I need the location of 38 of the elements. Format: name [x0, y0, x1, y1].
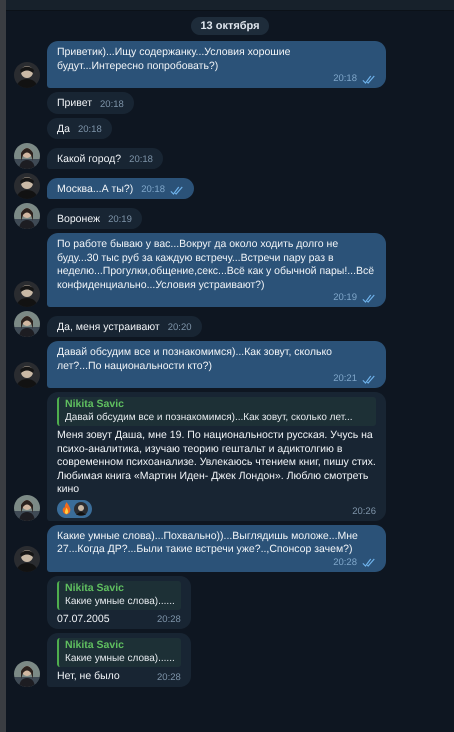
message-text: Да, меня устраивают	[57, 320, 160, 334]
message-time: 20:26	[352, 505, 376, 518]
message-time: 20:19	[108, 214, 132, 226]
message-text: Давай обсудим все и познакомимся)...Как зовут, сколько лет?...По национальности кто?)	[57, 346, 333, 373]
message-text: Приветик)...Ищу содержанку...Условия хорошие будут...Интересно попробовать?)	[57, 46, 292, 73]
message-time: 20:18	[141, 184, 165, 196]
message-text: Нет, не было	[57, 670, 120, 684]
reply-quote[interactable]: Nikita Savic Какие умные слова)......	[57, 580, 181, 610]
message-time: 20:18	[333, 73, 357, 85]
message-time: 20:28	[333, 556, 357, 568]
message-text: Какой город?	[57, 152, 122, 166]
reaction-chip[interactable]	[57, 500, 92, 518]
message-text: Меня зовут Даша, мне 19. По национальности русская. Учусь на психо-аналитика, изучаю теорию гештальт и адиктолгию в современном психоанализе. Увлекаюсь чтением книг, пишу стих. Любимая книга «Мартин Иден- Джек Лондон». Люблю смотреть кино	[57, 429, 376, 496]
reply-author: Nikita Savic	[65, 582, 124, 594]
message-text: Какие умные слова)...Похвально))...Выглядишь моложе...Мне 27...Когда ДР?...Были такие встречи уже?..,Спонсор зачем?)	[57, 530, 359, 556]
message-text: Привет	[57, 97, 92, 110]
reply-author: Nikita Savic	[65, 398, 124, 411]
reply-text: Какие умные слова)......	[65, 652, 175, 665]
message-time: 20:18	[129, 154, 153, 166]
message-text: Воронеж	[57, 212, 100, 226]
fire-icon	[61, 502, 72, 515]
message-time: 20:28	[157, 614, 181, 626]
reply-quote[interactable]: Nikita Savic Давай обсудим все и познакомимся)...Как зовут, сколько лет...	[57, 397, 376, 426]
reply-text: Давай обсудим все и познакомимся)...Как зовут, сколько лет...	[65, 411, 353, 424]
message-time: 20:18	[100, 98, 124, 110]
message-text: Москва...А ты?)	[57, 182, 134, 196]
message-text: По работе бываю у вас...Вокруг да около ходить долго не буду...30 тыс руб за каждую встречу...Встречи пару раз в неделю...Прогулки,общение,секс...Всё как у обычной пары!...Всё конфиденциально...Условия устраивают?)	[57, 238, 376, 292]
date-divider: 13 октября	[191, 17, 269, 35]
message-time: 20:18	[78, 124, 102, 136]
reply-author: Nikita Savic	[65, 639, 124, 652]
message-time: 20:21	[333, 373, 357, 385]
message-time: 20:28	[157, 672, 181, 684]
message-time: 20:20	[168, 322, 192, 334]
reply-text: Какие умные слова)......	[65, 594, 175, 608]
message-time: 20:19	[333, 292, 357, 304]
message-text: Да	[57, 122, 70, 136]
message-text: 07.07.2005	[57, 612, 110, 626]
reply-quote[interactable]: Nikita Savic Какие умные слова)......	[57, 638, 181, 667]
